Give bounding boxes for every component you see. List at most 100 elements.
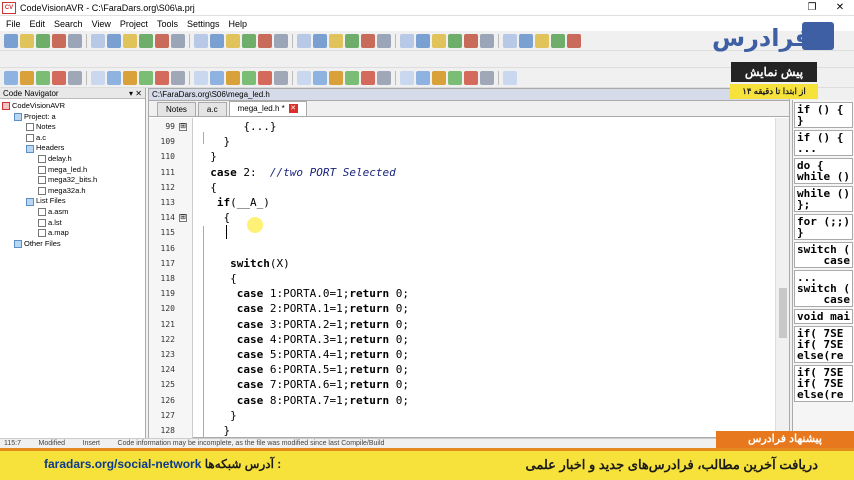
editor-scrollbar[interactable] [775,118,789,438]
menu-view[interactable]: View [92,19,111,29]
tab-notes[interactable]: Notes [157,102,196,116]
close-icon[interactable]: ✕ [826,0,854,16]
toolbar-button-icon[interactable] [91,70,105,85]
toolbar-button-icon[interactable] [68,33,82,48]
toolbar-button-icon[interactable] [377,33,391,48]
code-template-snippet[interactable]: if () { ... [794,130,853,156]
toolbar-button-icon[interactable] [4,70,18,85]
toolbar-button-icon[interactable] [52,33,66,48]
code-template-snippet[interactable]: switch ( case [794,242,853,268]
menu-tools[interactable]: Tools [157,19,178,29]
tree-item[interactable]: Other Files [2,239,145,250]
code-template-snippet[interactable]: for (;;) } [794,214,853,240]
toolbar-button-icon[interactable] [345,33,359,48]
toolbar-button-icon[interactable] [226,70,240,85]
toolbar-button-icon[interactable] [551,33,565,48]
toolbar-button-icon[interactable] [68,70,82,85]
code-template-snippet[interactable]: do { while () [794,158,853,184]
panel-controls[interactable]: ▾ ✕ [129,89,145,98]
fold-toggle-icon[interactable]: ⊞ [179,213,187,222]
toolbar-button-icon[interactable] [258,33,272,48]
toolbar-button-icon[interactable] [194,33,208,48]
scrollbar-thumb[interactable] [779,288,787,338]
toolbar-button-icon[interactable] [432,70,446,85]
toolbar-button-icon[interactable] [297,70,311,85]
toolbar-button-icon[interactable] [139,70,153,85]
fold-toggle-icon[interactable]: ⊞ [179,122,187,131]
social-url[interactable]: faradars.org/social-network [44,457,201,471]
toolbar-button-icon[interactable] [480,33,494,48]
code-template-snippet[interactable]: if( 7SE if( 7SE else(re [794,326,853,363]
tree-item[interactable]: a.c [2,133,145,144]
menu-edit[interactable]: Edit [30,19,46,29]
tree-item[interactable]: delay.h [2,154,145,165]
toolbar-button-icon[interactable] [329,70,343,85]
toolbar-button-icon[interactable] [361,70,375,85]
toolbar-button-icon[interactable] [123,33,137,48]
toolbar-button-icon[interactable] [210,70,224,85]
toolbar-button-icon[interactable] [400,33,414,48]
code-template-snippet[interactable]: while () }; [794,186,853,212]
tree-item[interactable]: a.map [2,228,145,239]
toolbar-button-icon[interactable] [297,33,311,48]
toolbar-button-icon[interactable] [313,70,327,85]
toolbar-button-icon[interactable] [400,70,414,85]
toolbar-button-icon[interactable] [432,33,446,48]
tree-item[interactable]: mega32a.h [2,186,145,197]
toolbar-button-icon[interactable] [171,33,185,48]
toolbar-button-icon[interactable] [274,70,288,85]
code-template-snippet[interactable]: void mai [794,309,853,324]
toolbar-button-icon[interactable] [503,70,517,85]
toolbar-button-icon[interactable] [139,33,153,48]
toolbar-button-icon[interactable] [480,70,494,85]
toolbar-button-icon[interactable] [36,70,50,85]
tree-item[interactable]: mega_led.h [2,165,145,176]
code-template-snippet[interactable]: if () { } [794,102,853,128]
tab-mega-led-h[interactable]: mega_led.h * ✕ [228,101,307,116]
toolbar-button-icon[interactable] [377,70,391,85]
toolbar-button-icon[interactable] [155,33,169,48]
toolbar-button-icon[interactable] [20,33,34,48]
menu-project[interactable]: Project [120,19,148,29]
toolbar-button-icon[interactable] [91,33,105,48]
toolbar-button-icon[interactable] [361,33,375,48]
toolbar-button-icon[interactable] [416,70,430,85]
toolbar-button-icon[interactable] [345,70,359,85]
toolbar-button-icon[interactable] [194,70,208,85]
tree-item[interactable]: List Files [2,196,145,207]
tree-item[interactable]: a.asm [2,207,145,218]
tree-item[interactable]: mega32_bits.h [2,175,145,186]
promo-banner[interactable]: faradars.org/social-network آدرس شبکه‌ها… [0,448,854,480]
menu-settings[interactable]: Settings [187,19,220,29]
tree-item[interactable]: Project: a [2,112,145,123]
tree-item[interactable]: CodeVisionAVR [2,101,145,112]
tab-a-c[interactable]: a.c [197,102,227,116]
social-link[interactable]: faradars.org/social-network آدرس شبکه‌ها… [44,457,281,471]
toolbar-button-icon[interactable] [242,33,256,48]
code-template-snippet[interactable]: if( 7SE if( 7SE else(re [794,365,853,402]
toolbar-button-icon[interactable] [519,33,533,48]
toolbar-button-icon[interactable] [258,70,272,85]
toolbar-button-icon[interactable] [535,33,549,48]
toolbar-button-icon[interactable] [313,33,327,48]
toolbar-button-icon[interactable] [567,33,581,48]
code-template-snippet[interactable]: ... switch ( case [794,270,853,307]
toolbar-button-icon[interactable] [4,33,18,48]
toolbar-button-icon[interactable] [448,33,462,48]
restore-icon[interactable]: ❐ [798,0,826,16]
tree-item[interactable]: a.lst [2,218,145,229]
toolbar-button-icon[interactable] [123,70,137,85]
toolbar-button-icon[interactable] [52,70,66,85]
toolbar-button-icon[interactable] [171,70,185,85]
toolbar-button-icon[interactable] [274,33,288,48]
toolbar-button-icon[interactable] [107,70,121,85]
tree-item[interactable]: Notes [2,122,145,133]
toolbar-button-icon[interactable] [464,33,478,48]
toolbar-button-icon[interactable] [20,70,34,85]
toolbar-button-icon[interactable] [107,33,121,48]
toolbar-button-icon[interactable] [226,33,240,48]
toolbar-button-icon[interactable] [448,70,462,85]
toolbar-button-icon[interactable] [329,33,343,48]
tree-item[interactable]: Headers [2,143,145,154]
menu-search[interactable]: Search [54,19,83,29]
